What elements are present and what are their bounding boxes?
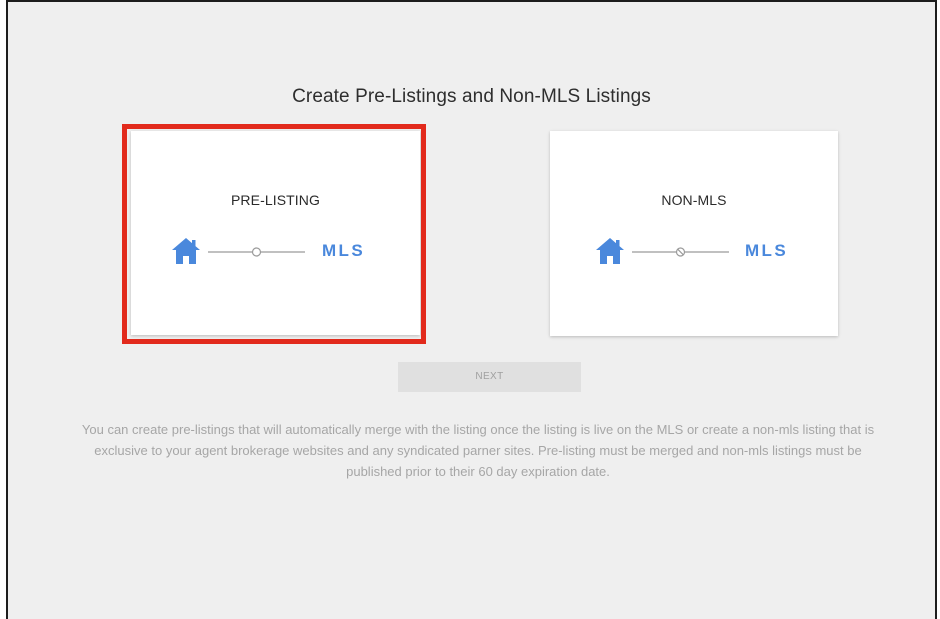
mls-label: MLS — [745, 241, 789, 260]
next-button[interactable]: NEXT — [398, 362, 581, 392]
mls-label: MLS — [322, 241, 366, 260]
page-title: Create Pre-Listings and Non-MLS Listings — [292, 86, 651, 107]
prohibited-circle-icon — [632, 247, 729, 257]
pre-listing-card[interactable]: PRE-LISTING MLS — [131, 131, 420, 335]
non-mls-card-title: NON-MLS — [661, 192, 727, 208]
pre-listing-card-title: PRE-LISTING — [230, 192, 320, 208]
help-description: You can create pre-listings that will au… — [81, 422, 875, 479]
house-icon — [172, 238, 200, 264]
house-icon — [596, 238, 624, 264]
non-mls-flow-diagram: MLS — [550, 234, 838, 270]
empty-circle-icon — [208, 247, 305, 257]
pre-listing-flow-diagram: MLS — [131, 234, 420, 270]
non-mls-card[interactable]: NON-MLS MLS — [550, 131, 838, 336]
main-panel: Create Pre-Listings and Non-MLS Listings… — [6, 0, 937, 619]
